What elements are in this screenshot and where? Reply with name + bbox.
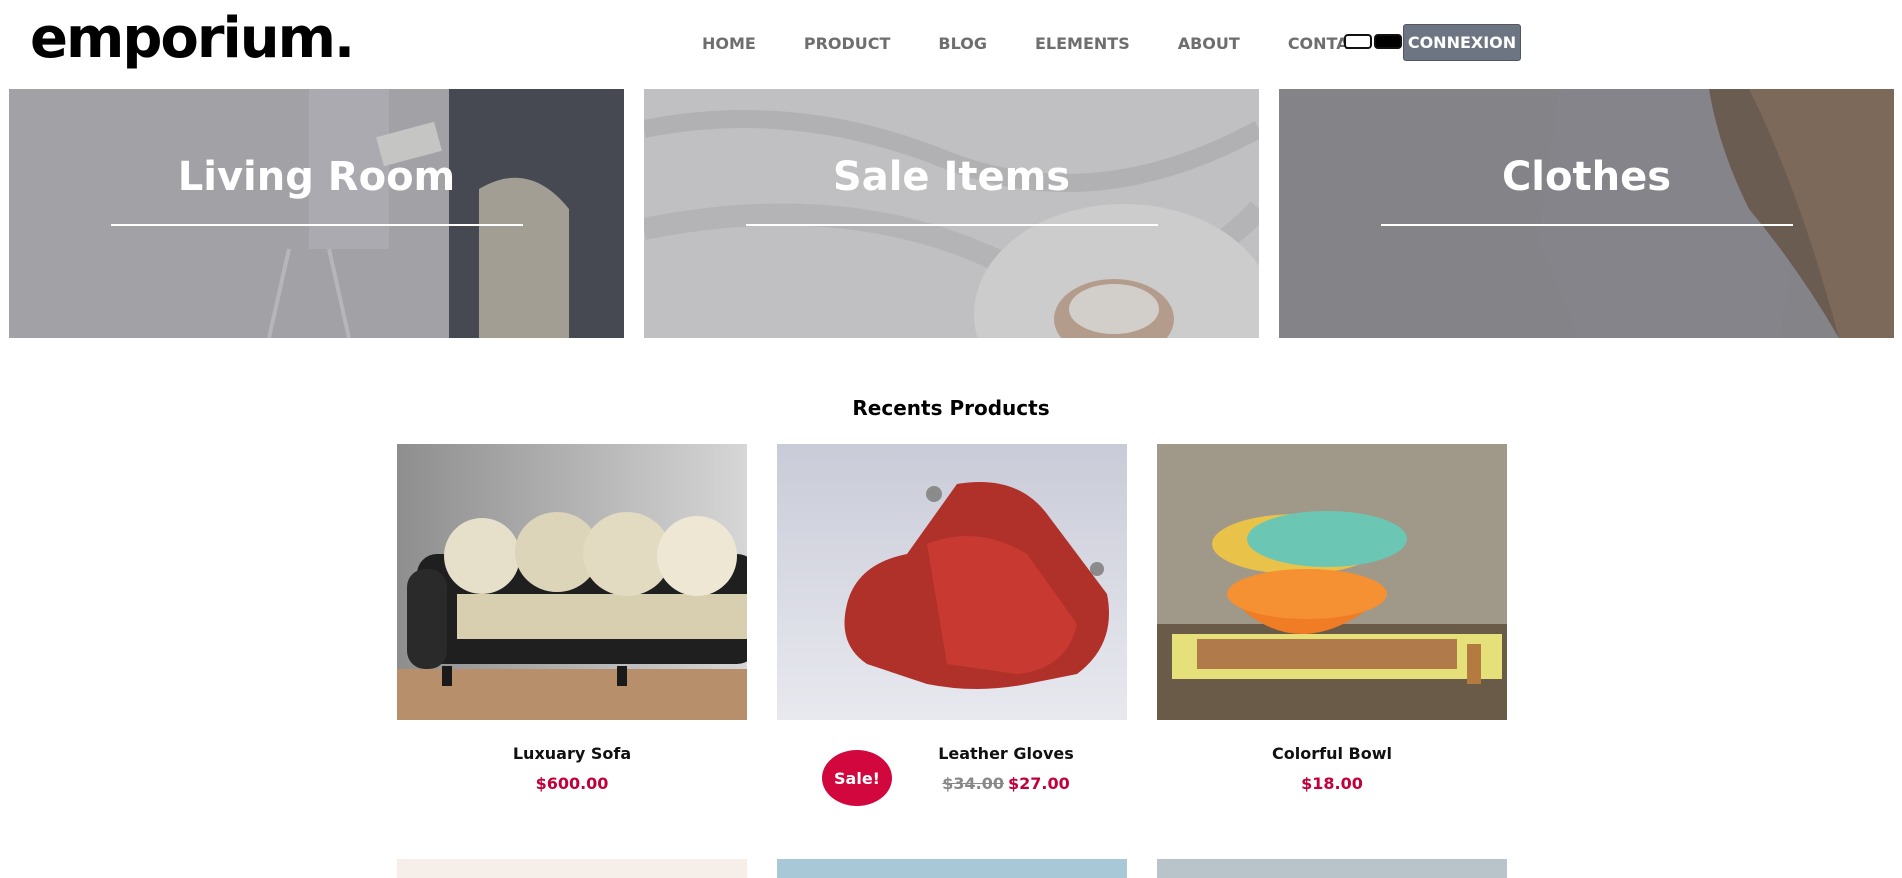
product-name[interactable]: Colorful Bowl [1157,744,1507,763]
nav-blog[interactable]: BLOG [938,34,987,53]
product-image-bowl[interactable] [1157,444,1507,720]
nav-elements[interactable]: ELEMENTS [1035,34,1130,53]
sofa-image [397,444,747,720]
nav-about[interactable]: ABOUT [1178,34,1240,53]
product-name[interactable]: Leather Gloves [831,744,1181,763]
banner-divider [111,224,523,226]
product-image-sofa[interactable] [397,444,747,720]
banner-clothes[interactable]: Clothes [1279,89,1894,338]
price-current: $18.00 [1301,774,1363,793]
banner-title: Sale Items [832,154,1071,200]
product-price: $18.00 [1157,774,1507,793]
product-image-next-1[interactable] [397,859,747,878]
site-logo[interactable]: emporium. [30,6,355,71]
price-current: $27.00 [1008,774,1070,793]
banner-title: Living Room [177,154,456,200]
dark-theme-toggle[interactable] [1374,34,1402,49]
connexion-button[interactable]: CONNEXION [1403,24,1521,61]
product-image-gloves[interactable] [777,444,1127,720]
nav-home[interactable]: HOME [702,34,756,53]
gloves-image [777,444,1127,720]
nav-product[interactable]: PRODUCT [804,34,891,53]
banner-living-room[interactable]: Living Room [9,89,624,338]
product-image-next-3[interactable] [1157,859,1507,878]
site-header: emporium. HOME PRODUCT BLOG ELEMENTS ABO… [0,0,1902,88]
product-image-next-2[interactable] [777,859,1127,878]
main-nav: HOME PRODUCT BLOG ELEMENTS ABOUT CONTACT [702,34,1419,53]
product-name[interactable]: Luxuary Sofa [397,744,747,763]
bowl-image [1157,444,1507,720]
product-price: $34.00 $27.00 [831,774,1181,793]
price-original: $34.00 [942,774,1004,793]
product-price: $600.00 [397,774,747,793]
recent-products-heading: Recents Products [852,396,1050,420]
banner-title: Clothes [1501,154,1672,200]
price-current: $600.00 [535,774,609,793]
banner-divider [746,224,1158,226]
banner-divider [1381,224,1793,226]
banner-sale-items[interactable]: Sale Items [644,89,1259,338]
light-theme-toggle[interactable] [1344,34,1372,49]
